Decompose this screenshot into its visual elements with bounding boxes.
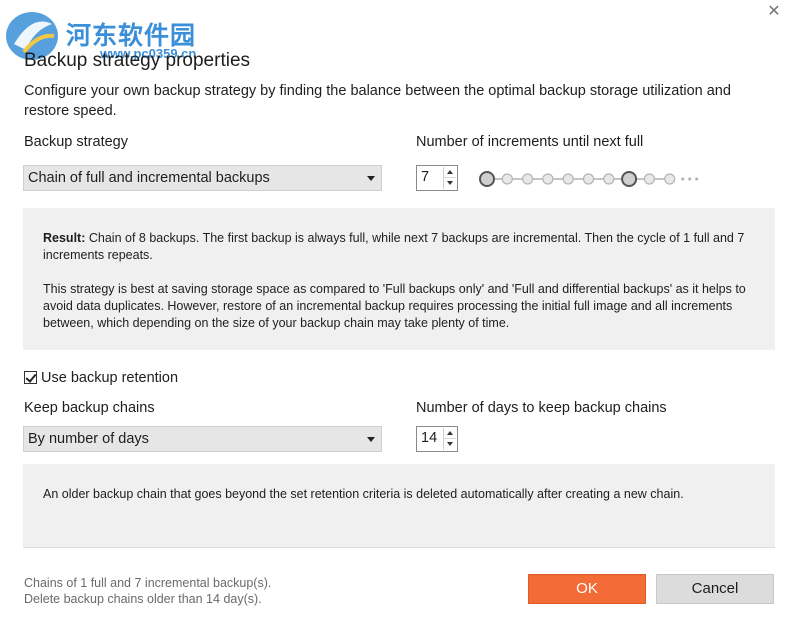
close-icon: ✕ — [767, 3, 781, 20]
use-retention-label[interactable]: Use backup retention — [41, 370, 178, 386]
backup-strategy-value: Chain of full and incremental backups — [28, 170, 270, 186]
full-backup-node — [479, 171, 495, 187]
result-heading: Result: — [43, 231, 86, 245]
stepper-arrows — [443, 167, 456, 189]
days-down-button[interactable] — [444, 439, 456, 450]
increment-up-button[interactable] — [444, 167, 456, 178]
cancel-button[interactable]: Cancel — [656, 574, 774, 604]
backup-chain-diagram — [479, 171, 699, 187]
keep-chains-select[interactable]: By number of days — [23, 426, 382, 452]
continuation-dot — [681, 177, 685, 181]
increments-value: 7 — [421, 169, 430, 185]
incremental-backup-node — [643, 173, 655, 185]
dialog-description: Configure your own backup strategy by fi… — [24, 83, 731, 119]
backup-strategy-select[interactable]: Chain of full and incremental backups — [23, 165, 382, 191]
incremental-backup-node — [501, 173, 513, 185]
use-retention-checkbox[interactable] — [24, 371, 37, 384]
full-backup-node — [621, 171, 638, 187]
days-value: 14 — [421, 430, 438, 446]
incremental-backup-node — [664, 173, 676, 185]
strategy-explanation: This strategy is best at saving storage … — [43, 282, 746, 330]
incremental-backup-node — [562, 173, 574, 185]
increments-stepper[interactable]: 7 — [416, 165, 458, 191]
ok-button[interactable]: OK — [528, 574, 646, 604]
close-button[interactable]: ✕ — [766, 2, 782, 22]
days-up-button[interactable] — [444, 428, 456, 439]
chevron-down-icon — [367, 437, 375, 442]
dialog-title: Backup strategy properties — [24, 50, 251, 71]
increments-label: Number of increments until next full — [416, 134, 644, 150]
days-label: Number of days to keep backup chains — [416, 400, 667, 416]
stepper-arrows — [443, 428, 456, 450]
incremental-backup-node — [542, 173, 554, 185]
keep-chains-value: By number of days — [28, 431, 149, 447]
incremental-backup-node — [603, 173, 615, 185]
chevron-down-icon — [367, 176, 375, 181]
incremental-backup-node — [582, 173, 595, 185]
retention-info-box: An older backup chain that goes beyond t… — [23, 464, 775, 548]
days-stepper[interactable]: 14 — [416, 426, 458, 452]
summary-retention: Delete backup chains older than 14 day(s… — [24, 592, 262, 606]
continuation-dot — [695, 177, 699, 181]
retention-note: An older backup chain that goes beyond t… — [43, 487, 684, 501]
incremental-backup-node — [521, 173, 534, 185]
backup-strategy-label: Backup strategy — [24, 134, 128, 150]
result-paragraph: Result: Chain of 8 backups. The first ba… — [43, 230, 755, 264]
result-info-box: Result: Chain of 8 backups. The first ba… — [23, 208, 775, 350]
summary-chains: Chains of 1 full and 7 incremental backu… — [24, 576, 272, 590]
keep-chains-label: Keep backup chains — [24, 400, 155, 416]
increment-down-button[interactable] — [444, 178, 456, 189]
continuation-dot — [688, 177, 692, 181]
result-text: Chain of 8 backups. The first backup is … — [43, 231, 745, 262]
